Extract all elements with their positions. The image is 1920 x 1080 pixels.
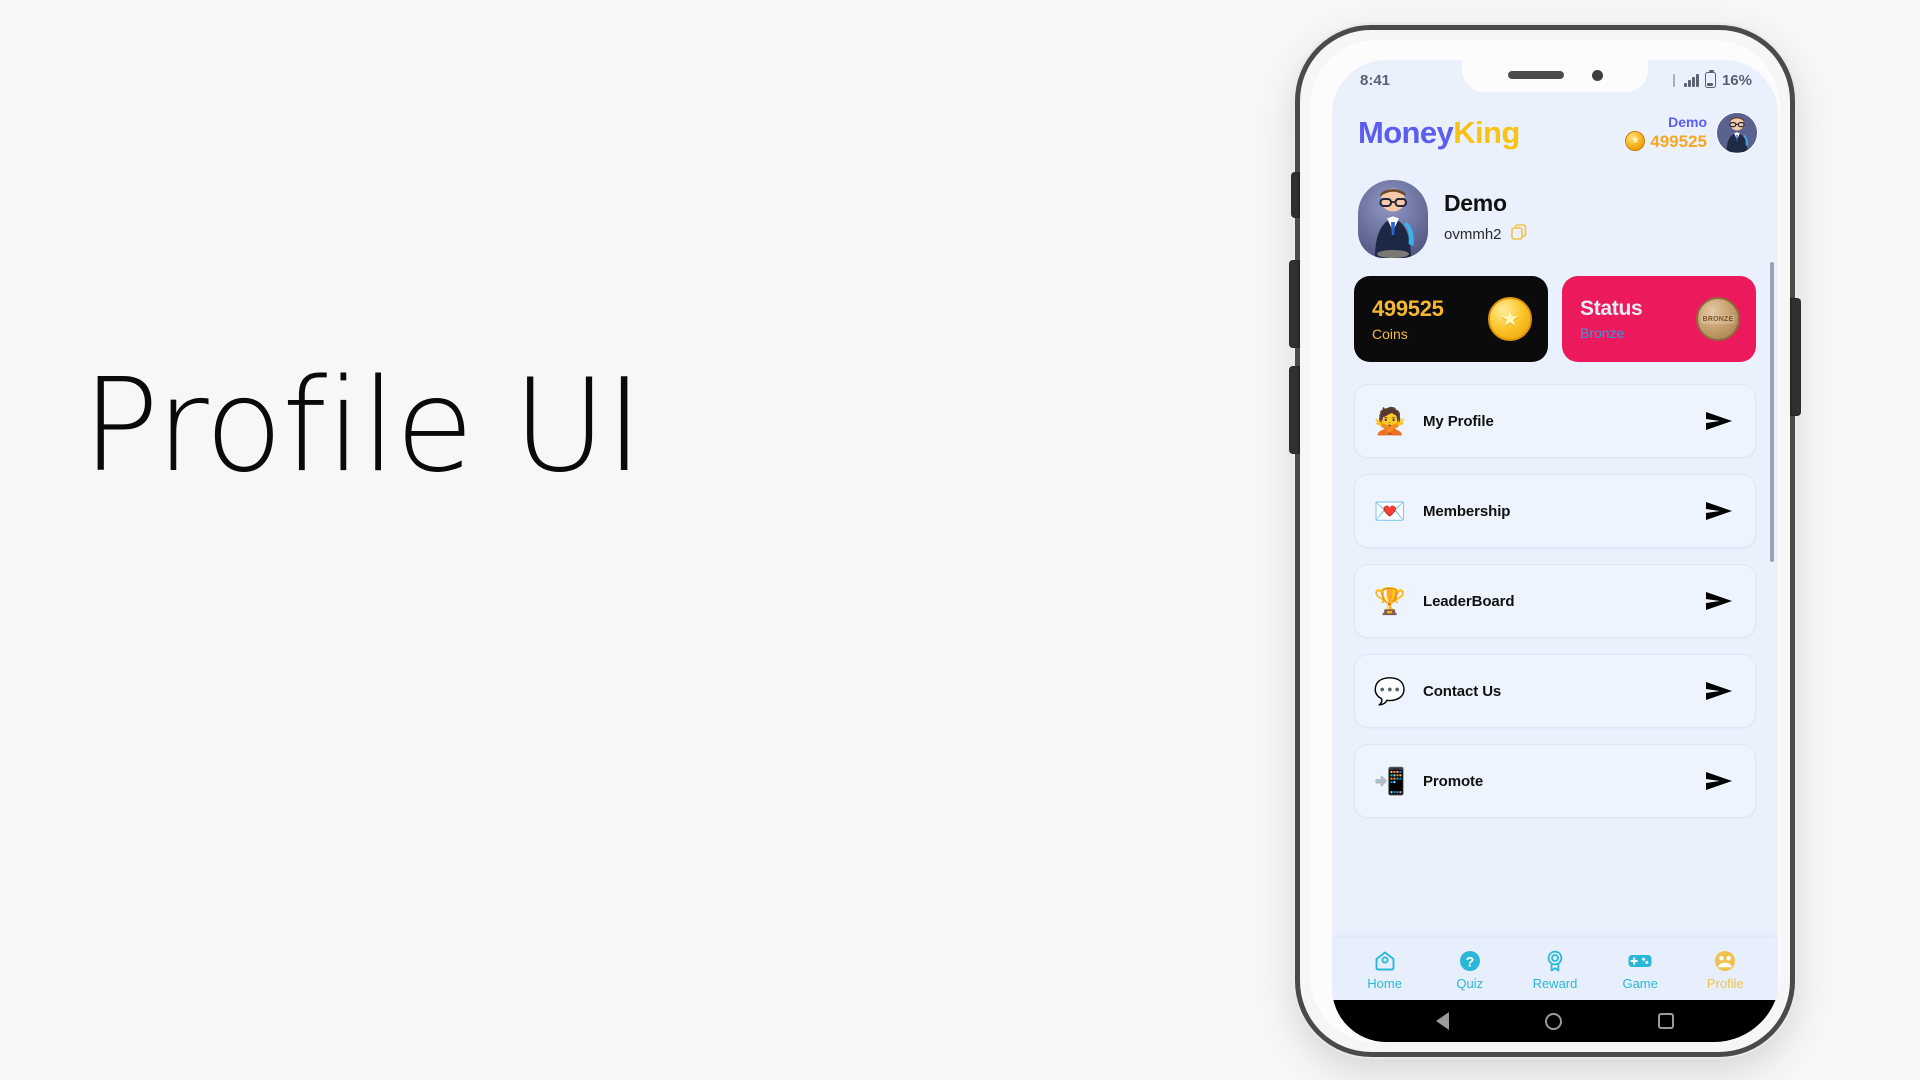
profile-details: Demo ovmmh2 bbox=[1444, 192, 1528, 246]
nav-label: Profile bbox=[1706, 976, 1744, 991]
menu-item-label: LeaderBoard bbox=[1423, 592, 1515, 610]
status-card[interactable]: Status Bronze BRONZE bbox=[1562, 276, 1756, 362]
gem-icon: 💌 bbox=[1373, 496, 1407, 526]
profile-icon bbox=[1715, 951, 1736, 971]
nav-label: Home bbox=[1367, 976, 1402, 991]
coins-label: Coins bbox=[1372, 325, 1408, 342]
profile-summary: Demo ovmmh2 bbox=[1354, 174, 1756, 276]
earpiece-speaker-icon bbox=[1507, 71, 1564, 79]
logo-king: King bbox=[1453, 115, 1520, 150]
signal-bars-icon bbox=[1684, 73, 1699, 87]
volume-up-button[interactable] bbox=[1289, 260, 1300, 348]
user-avatar-icon bbox=[1717, 113, 1757, 152]
status-value: Bronze bbox=[1580, 325, 1625, 341]
send-arrow-icon[interactable] bbox=[1705, 501, 1733, 521]
status-indicators: 16% bbox=[1673, 69, 1752, 89]
app-header: MoneyKing Demo ★ 499525 bbox=[1332, 100, 1778, 166]
send-arrow-icon[interactable] bbox=[1705, 681, 1733, 701]
scrollbar[interactable] bbox=[1770, 262, 1774, 562]
coins-value: 499525 bbox=[1372, 295, 1444, 321]
recents-square-icon[interactable] bbox=[1658, 1013, 1674, 1029]
star-coin-icon: ★ bbox=[1488, 297, 1532, 341]
notch bbox=[1462, 60, 1648, 92]
user-avatar-large-icon bbox=[1375, 188, 1414, 258]
quiz-icon: ? bbox=[1459, 951, 1480, 971]
battery-icon bbox=[1704, 69, 1716, 88]
home-circle-icon[interactable] bbox=[1545, 1012, 1562, 1030]
nav-label: Quiz bbox=[1456, 976, 1484, 991]
nav-item-home[interactable]: Home bbox=[1349, 948, 1421, 990]
page-title: Profile UI bbox=[82, 352, 643, 501]
menu-item-label: Contact Us bbox=[1423, 682, 1502, 700]
menu-item-my-profile[interactable]: 🙅 My Profile bbox=[1354, 384, 1756, 458]
menu-item-contact-us[interactable]: 💬 Contact Us bbox=[1354, 654, 1756, 728]
header-user-info: Demo ★ 499525 bbox=[1625, 115, 1707, 151]
nav-item-reward[interactable]: Reward bbox=[1519, 948, 1591, 990]
person-gesture-icon: 🙅 bbox=[1373, 406, 1407, 436]
status-bar: 8:41 16% bbox=[1332, 60, 1778, 100]
scroll-container: Demo ovmmh2 499525 Coins ★ Status Bronze… bbox=[1332, 166, 1778, 834]
menu-list: 🙅 My Profile 💌 Membership 🏆 LeaderBoard … bbox=[1354, 384, 1756, 834]
profile-id-row: ovmmh2 bbox=[1444, 223, 1528, 246]
coins-card[interactable]: 499525 Coins ★ bbox=[1354, 276, 1548, 362]
coin-icon: ★ bbox=[1625, 131, 1646, 151]
profile-avatar[interactable] bbox=[1358, 180, 1428, 258]
bottom-navigation: Home ? Quiz Reward Game Profile bbox=[1332, 938, 1778, 1000]
signal-divider-icon bbox=[1673, 73, 1676, 87]
home-icon bbox=[1375, 951, 1395, 971]
coins-card-text: 499525 Coins bbox=[1372, 295, 1444, 342]
stats-row: 499525 Coins ★ Status Bronze BRONZE bbox=[1354, 276, 1756, 362]
volume-down-button[interactable] bbox=[1289, 366, 1300, 454]
menu-item-label: Membership bbox=[1423, 502, 1511, 520]
reward-icon bbox=[1547, 950, 1563, 972]
gamepad-icon bbox=[1628, 955, 1652, 967]
power-button[interactable] bbox=[1790, 298, 1801, 416]
header-user-area: Demo ★ 499525 bbox=[1625, 112, 1758, 154]
avatar[interactable] bbox=[1716, 112, 1758, 154]
front-camera-icon bbox=[1591, 69, 1603, 81]
send-arrow-icon[interactable] bbox=[1705, 411, 1733, 431]
nav-item-quiz[interactable]: ? Quiz bbox=[1434, 948, 1506, 990]
menu-item-label: My Profile bbox=[1423, 412, 1494, 430]
phone-bezel: 8:41 16% MoneyKing Demo ★ 499525 Demo ov… bbox=[1310, 40, 1780, 1042]
medal-label: BRONZE bbox=[1700, 314, 1736, 324]
copy-icon[interactable] bbox=[1510, 223, 1528, 246]
speech-balloon-icon: 💬 bbox=[1373, 676, 1407, 706]
menu-item-promote[interactable]: 📲 Promote bbox=[1354, 744, 1756, 818]
nav-label: Reward bbox=[1532, 976, 1578, 991]
send-arrow-icon[interactable] bbox=[1705, 771, 1733, 791]
phone-mockup: 8:41 16% MoneyKing Demo ★ 499525 Demo ov… bbox=[1289, 25, 1801, 1065]
mobile-share-icon: 📲 bbox=[1373, 766, 1407, 796]
app-logo[interactable]: MoneyKing bbox=[1358, 115, 1520, 151]
profile-name: Demo bbox=[1444, 190, 1507, 216]
svg-text:?: ? bbox=[1466, 953, 1475, 969]
status-card-text: Status Bronze bbox=[1580, 297, 1643, 341]
back-triangle-icon[interactable] bbox=[1436, 1012, 1449, 1030]
menu-item-leaderboard[interactable]: 🏆 LeaderBoard bbox=[1354, 564, 1756, 638]
android-navigation-bar bbox=[1332, 1000, 1778, 1042]
bronze-medal-icon: BRONZE bbox=[1696, 297, 1740, 341]
header-username: Demo bbox=[1668, 114, 1707, 130]
screenshot-stage: Profile UI 8:41 16% MoneyKing Demo ★ 499… bbox=[0, 0, 1920, 1080]
header-coin-balance[interactable]: ★ 499525 bbox=[1625, 131, 1707, 151]
battery-percent: 16% bbox=[1721, 71, 1752, 89]
menu-item-label: Promote bbox=[1423, 772, 1484, 790]
status-title: Status bbox=[1580, 297, 1643, 320]
logo-money: Money bbox=[1358, 115, 1454, 150]
profile-user-id: ovmmh2 bbox=[1444, 226, 1502, 243]
app-content: Demo ovmmh2 499525 Coins ★ Status Bronze… bbox=[1332, 166, 1778, 938]
nav-label: Game bbox=[1622, 976, 1658, 991]
nav-item-profile[interactable]: Profile bbox=[1689, 948, 1761, 990]
podium-icon: 🏆 bbox=[1373, 586, 1407, 616]
phone-frame: 8:41 16% MoneyKing Demo ★ 499525 Demo ov… bbox=[1289, 25, 1801, 1057]
header-coin-amount: 499525 bbox=[1650, 131, 1707, 151]
silent-switch-button[interactable] bbox=[1291, 172, 1300, 218]
menu-item-membership[interactable]: 💌 Membership bbox=[1354, 474, 1756, 548]
phone-screen: 8:41 16% MoneyKing Demo ★ 499525 Demo ov… bbox=[1332, 60, 1778, 1042]
status-time: 8:41 bbox=[1360, 71, 1391, 89]
nav-item-game[interactable]: Game bbox=[1604, 948, 1676, 990]
send-arrow-icon[interactable] bbox=[1705, 591, 1733, 611]
